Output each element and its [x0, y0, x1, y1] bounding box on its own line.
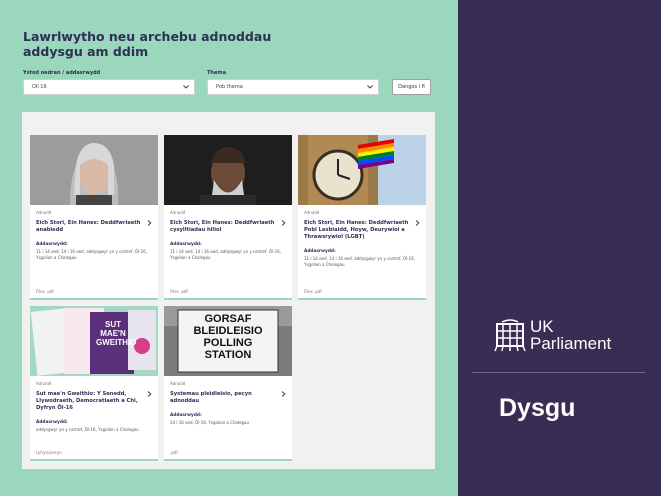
brand-divider — [472, 372, 645, 373]
card-title[interactable]: Systemau pleidleisio, pecyn adnoddau — [170, 391, 275, 405]
theme-filter-value: Pob thema — [216, 84, 243, 90]
card-image — [298, 135, 426, 205]
card-filetype: Files .pdf — [304, 289, 322, 294]
resource-card[interactable]: Adnodd Eich Stori, Ein Hanes: Deddfwriae… — [30, 135, 158, 300]
chevron-right-icon — [147, 220, 152, 226]
card-filetype: Files .pdf — [36, 289, 54, 294]
card-image — [30, 135, 158, 205]
card-title[interactable]: Eich Stori, Ein Hanes: Deddfwriaeth anab… — [36, 220, 141, 234]
logo-line-uk: UK — [530, 317, 554, 336]
chevron-right-icon — [281, 220, 286, 226]
resource-card[interactable]: GORSAF BLEIDLEISIO POLLING STATION Adnod… — [164, 306, 292, 461]
year-filter-value: Oll 16 — [32, 84, 47, 90]
card-suitability-label: Addasrwydd: — [304, 249, 336, 254]
chevron-right-icon — [415, 220, 420, 226]
card-title[interactable]: Eich Stori, Ein Hanes: Deddfwriaeth Pobl… — [304, 220, 409, 241]
card-filetype: .pdf — [170, 450, 178, 455]
card-tag: Adnodd — [304, 210, 320, 215]
card-suitability-label: Addasrwydd: — [170, 413, 202, 418]
card-suitability-value: 11 i 14 oed, 14 i 16 oed, addysgwyr yn y… — [170, 249, 281, 260]
portcullis-icon — [494, 319, 526, 352]
chevron-down-icon — [183, 85, 189, 89]
apply-filters-button[interactable]: Dangos i fi — [392, 79, 431, 95]
booklet-cover-text: SUT MAE'N GWEITHIO — [96, 320, 137, 347]
card-filetype: Files .pdf — [170, 289, 188, 294]
sign-line: GORSAF — [204, 313, 252, 325]
chevron-down-icon — [367, 85, 373, 89]
card-suitability-value: 11 i 14 oed, 14 i 16 oed, addysgwyr yn y… — [36, 249, 147, 260]
theme-filter-select[interactable]: Pob thema — [207, 79, 379, 95]
logo-line-parliament: Parliament — [530, 334, 612, 353]
sign-line: POLLING — [203, 337, 253, 349]
chevron-right-icon — [147, 391, 152, 397]
card-tag: Adnodd — [170, 210, 186, 215]
card-suitability-value: addysgwyr yn y cartref, Ôl-16, Ysgolion … — [36, 427, 139, 432]
card-suitability-label: Addasrwydd: — [36, 242, 68, 247]
card-suitability-value: 11 i 14 oed, 14 i 16 oed, addysgwyr yn y… — [304, 256, 415, 267]
page-title: Lawrlwytho neu archebu adnoddau addysgu … — [23, 29, 272, 59]
year-filter-select[interactable]: Oll 16 — [23, 79, 195, 95]
resource-card[interactable]: Adnodd Eich Stori, Ein Hanes: Deddfwriae… — [164, 135, 292, 300]
card-image: SUT MAE'N GWEITHIO — [30, 306, 158, 376]
card-image: GORSAF BLEIDLEISIO POLLING STATION — [164, 306, 292, 376]
card-tag: Adnodd — [36, 210, 52, 215]
sign-line: STATION — [204, 349, 252, 361]
chevron-right-icon — [281, 391, 286, 397]
card-title[interactable]: Eich Stori, Ein Hanes: Deddfwriaeth cysy… — [170, 220, 275, 234]
resource-card[interactable]: Adnodd Eich Stori, Ein Hanes: Deddfwriae… — [298, 135, 426, 300]
card-image — [164, 135, 292, 205]
section-name: Dysgu — [499, 394, 576, 422]
sign-line: BLEIDLEISIO — [193, 325, 263, 337]
card-suitability-label: Addasrwydd: — [36, 420, 68, 425]
card-suitability-label: Addasrwydd: — [170, 242, 202, 247]
card-tag: Adnodd — [170, 381, 186, 386]
resource-card[interactable]: SUT MAE'N GWEITHIO Adnodd Sut mae'n Gwei… — [30, 306, 158, 461]
card-filetype: Lyfryn/pecyn — [36, 450, 62, 455]
card-title[interactable]: Sut mae'n Gweithio: Y Senedd, Llywodraet… — [36, 391, 141, 412]
theme-filter-label: Thema — [207, 70, 226, 76]
card-suitability-value: 14 i 16 oed, Ôl-16, Ysgolion a Cholegau — [170, 420, 250, 425]
card-tag: Adnodd — [36, 381, 52, 386]
results-grid: Adnodd Eich Stori, Ein Hanes: Deddfwriae… — [22, 112, 435, 469]
year-filter-label: Ystod oedran / addasrwydd — [23, 70, 101, 76]
